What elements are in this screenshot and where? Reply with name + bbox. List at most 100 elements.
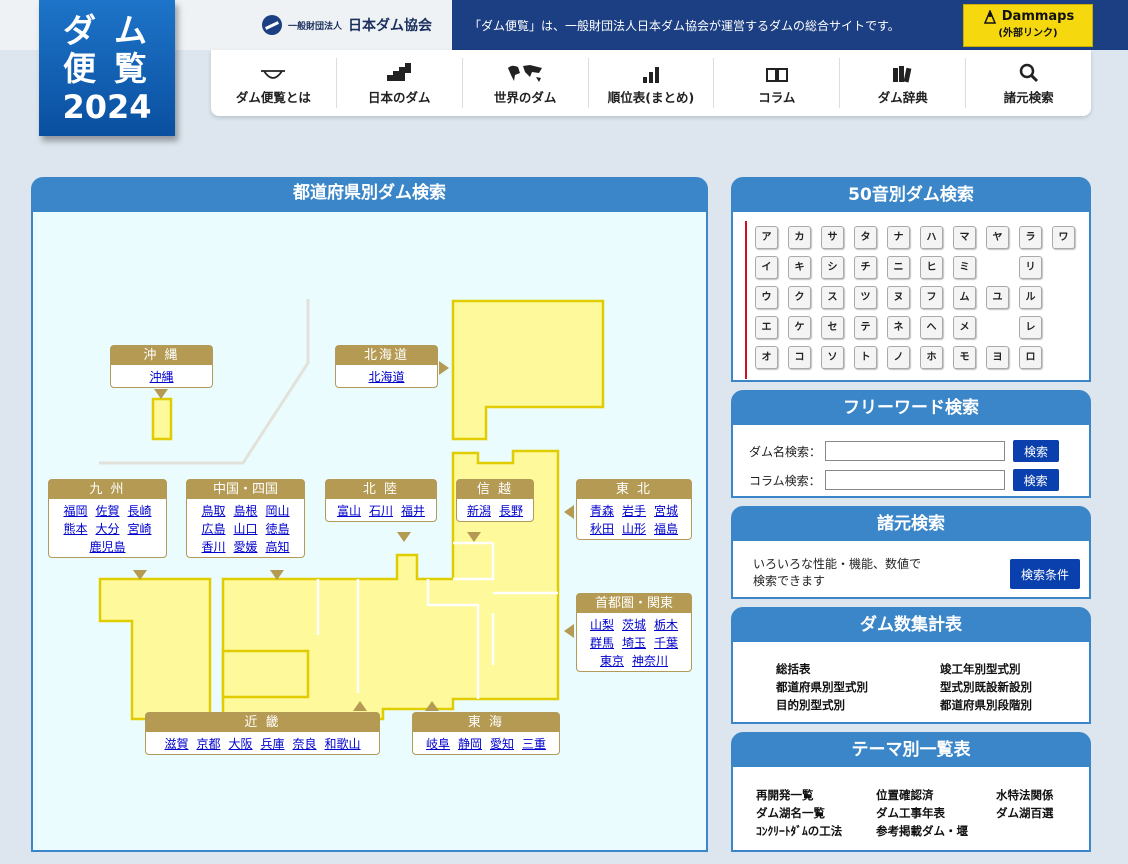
dam-search-input[interactable] — [825, 441, 1006, 461]
pref-link[interactable]: 愛知 — [490, 735, 514, 752]
pref-link[interactable]: 岩手 — [622, 502, 646, 519]
pref-link[interactable]: 高知 — [266, 538, 290, 555]
kana-button[interactable]: ケ — [788, 316, 811, 339]
kana-button[interactable]: ヘ — [920, 316, 943, 339]
count-link[interactable]: 竣工年別型式別 — [940, 660, 1032, 678]
pref-link[interactable]: 宮崎 — [128, 520, 152, 537]
kana-button[interactable]: ヒ — [920, 256, 943, 279]
theme-link[interactable]: 水特法関係 — [996, 786, 1054, 804]
pref-link[interactable]: 奈良 — [293, 735, 317, 752]
theme-link[interactable]: ダム湖百選 — [996, 804, 1054, 822]
count-link[interactable]: 都道府県別段階別 — [940, 696, 1032, 714]
kana-button[interactable]: カ — [788, 226, 811, 249]
kana-button[interactable]: ヌ — [887, 286, 910, 309]
kana-button[interactable]: ヨ — [986, 346, 1009, 369]
theme-link[interactable]: ダム工事年表 — [876, 804, 968, 822]
theme-link[interactable]: 位置確認済 — [876, 786, 968, 804]
column-search-input[interactable] — [824, 470, 1005, 490]
kana-button[interactable]: ソ — [821, 346, 844, 369]
pref-link[interactable]: 北海道 — [368, 368, 404, 385]
pref-link[interactable]: 長崎 — [128, 502, 152, 519]
kana-button[interactable]: ノ — [887, 346, 910, 369]
kana-button[interactable]: リ — [1019, 256, 1042, 279]
pref-link[interactable]: 神奈川 — [632, 652, 668, 669]
kana-button[interactable]: ツ — [854, 286, 877, 309]
kana-button[interactable]: ラ — [1019, 226, 1042, 249]
kana-button[interactable]: メ — [953, 316, 976, 339]
kana-button[interactable]: ロ — [1019, 346, 1042, 369]
kana-button[interactable]: ホ — [920, 346, 943, 369]
pref-link[interactable]: 大分 — [95, 520, 119, 537]
pref-link[interactable]: 佐賀 — [95, 502, 119, 519]
pref-link[interactable]: 広島 — [201, 520, 225, 537]
kana-button[interactable]: エ — [755, 316, 778, 339]
pref-link[interactable]: 青森 — [590, 502, 614, 519]
kana-button[interactable]: キ — [788, 256, 811, 279]
pref-link[interactable]: 福岡 — [63, 502, 87, 519]
count-link[interactable]: 総括表 — [776, 660, 868, 678]
kana-button[interactable]: フ — [920, 286, 943, 309]
pref-link[interactable]: 岡山 — [266, 502, 290, 519]
pref-link[interactable]: 石川 — [369, 502, 393, 519]
theme-link[interactable]: ｺﾝｸﾘｰﾄﾀﾞﾑの工法 — [756, 822, 842, 840]
pref-link[interactable]: 滋賀 — [164, 735, 188, 752]
kana-button[interactable]: ネ — [887, 316, 910, 339]
pref-link[interactable]: 和歌山 — [325, 735, 361, 752]
theme-link[interactable]: 再開発一覧 — [756, 786, 842, 804]
kana-button[interactable]: ナ — [887, 226, 910, 249]
pref-link[interactable]: 栃木 — [654, 616, 678, 633]
pref-link[interactable]: 群馬 — [590, 634, 614, 651]
pref-link[interactable]: 兵庫 — [261, 735, 285, 752]
kana-button[interactable]: セ — [821, 316, 844, 339]
pref-link[interactable]: 岐阜 — [426, 735, 450, 752]
pref-link[interactable]: 福島 — [654, 520, 678, 537]
kana-button[interactable]: ワ — [1052, 226, 1075, 249]
nav-column[interactable]: コラム — [714, 58, 841, 108]
pref-link[interactable]: 徳島 — [266, 520, 290, 537]
nav-spec-search[interactable]: 諸元検索 — [966, 58, 1091, 108]
kana-button[interactable]: ヤ — [986, 226, 1009, 249]
column-search-button[interactable]: 検索 — [1012, 469, 1059, 491]
kana-button[interactable]: ニ — [887, 256, 910, 279]
spec-condition-button[interactable]: 検索条件 — [1010, 559, 1080, 589]
pref-link[interactable]: 京都 — [196, 735, 220, 752]
pref-link[interactable]: 三重 — [522, 735, 546, 752]
site-logo[interactable]: ダム 便覧 2024 — [39, 0, 175, 136]
kana-button[interactable]: タ — [854, 226, 877, 249]
pref-link[interactable]: 富山 — [337, 502, 361, 519]
pref-link[interactable]: 山形 — [622, 520, 646, 537]
pref-link[interactable]: 秋田 — [590, 520, 614, 537]
kana-button[interactable]: ク — [788, 286, 811, 309]
kana-button[interactable]: コ — [788, 346, 811, 369]
pref-link[interactable]: 埼玉 — [622, 634, 646, 651]
kana-button[interactable]: ユ — [986, 286, 1009, 309]
kana-button[interactable]: モ — [953, 346, 976, 369]
kana-button[interactable]: シ — [821, 256, 844, 279]
theme-link[interactable]: 参考掲載ダム・堰 — [876, 822, 968, 840]
pref-link[interactable]: 宮城 — [654, 502, 678, 519]
pref-link[interactable]: 鳥取 — [201, 502, 225, 519]
pref-link[interactable]: 島根 — [233, 502, 257, 519]
pref-link[interactable]: 愛媛 — [233, 538, 257, 555]
count-link[interactable]: 都道府県別型式別 — [776, 678, 868, 696]
pref-link[interactable]: 熊本 — [63, 520, 87, 537]
kana-button[interactable]: レ — [1019, 316, 1042, 339]
kana-button[interactable]: オ — [755, 346, 778, 369]
pref-link[interactable]: 新潟 — [467, 502, 491, 519]
kana-button[interactable]: テ — [854, 316, 877, 339]
pref-link[interactable]: 香川 — [201, 538, 225, 555]
kana-button[interactable]: サ — [821, 226, 844, 249]
pref-link[interactable]: 静岡 — [458, 735, 482, 752]
pref-link[interactable]: 福井 — [401, 502, 425, 519]
nav-about[interactable]: ダム便覧とは — [211, 58, 337, 108]
pref-link[interactable]: 長野 — [499, 502, 523, 519]
kana-button[interactable]: ム — [953, 286, 976, 309]
kana-button[interactable]: ハ — [920, 226, 943, 249]
pref-link[interactable]: 大阪 — [228, 735, 252, 752]
association-logo[interactable]: 一般財団法人 日本ダム協会 — [262, 14, 432, 36]
theme-link[interactable]: ダム湖名一覧 — [756, 804, 842, 822]
dammaps-button[interactable]: Dammaps (外部リンク) — [963, 4, 1093, 47]
pref-link[interactable]: 鹿児島 — [89, 538, 125, 555]
pref-link[interactable]: 山梨 — [590, 616, 614, 633]
pref-link[interactable]: 沖縄 — [149, 368, 173, 385]
